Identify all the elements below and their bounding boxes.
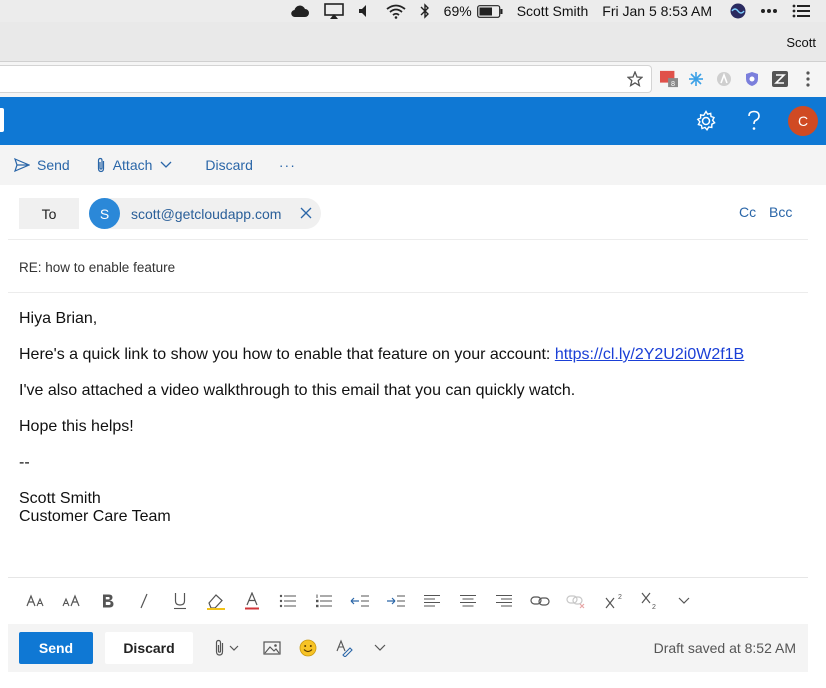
- attachment-paragraph: I've also attached a video walkthrough t…: [19, 382, 576, 399]
- bullet-list-icon[interactable]: [277, 591, 299, 611]
- send-command-label: Send: [37, 157, 70, 173]
- app-launcher-edge[interactable]: [0, 108, 4, 132]
- discard-button[interactable]: Discard: [105, 632, 193, 664]
- notification-center-icon[interactable]: [792, 0, 810, 22]
- increase-indent-icon[interactable]: [385, 591, 407, 611]
- message-body[interactable]: Hiya Brian, Here's a quick link to show …: [19, 310, 799, 526]
- signature-team: Customer Care Team: [19, 508, 171, 525]
- to-button[interactable]: To: [19, 198, 79, 229]
- remove-link-icon[interactable]: [565, 591, 587, 611]
- font-color-icon[interactable]: [241, 591, 263, 611]
- compose-action-bar: Send Discard Draft saved at 8:52 AM: [8, 624, 808, 672]
- battery-percent: 69%: [443, 3, 472, 19]
- bold-icon[interactable]: [97, 591, 119, 611]
- browser-menu-icon[interactable]: [799, 70, 817, 88]
- browser-title-bar: Scott: [0, 22, 826, 62]
- subject-text: RE: how to enable feature: [19, 260, 176, 275]
- outlook-header: C: [0, 97, 826, 145]
- underline-icon[interactable]: [169, 591, 191, 611]
- signature: Scott Smith Customer Care Team: [19, 490, 799, 526]
- more-formatting-chevron-icon[interactable]: [673, 591, 695, 611]
- siri-icon[interactable]: [730, 0, 746, 22]
- link-intro-text: Here's a quick link to show you how to e…: [19, 346, 555, 363]
- send-command[interactable]: Send: [14, 157, 70, 173]
- align-center-icon[interactable]: [457, 591, 479, 611]
- numbered-list-icon[interactable]: [313, 591, 335, 611]
- menubar-user-name[interactable]: Scott Smith: [517, 0, 589, 22]
- font-size-icon[interactable]: [61, 591, 83, 611]
- discard-command[interactable]: Discard: [205, 157, 252, 173]
- greeting-line: Hiya Brian,: [19, 310, 98, 327]
- extension-z-icon[interactable]: [771, 70, 789, 88]
- svg-text:2: 2: [618, 594, 622, 601]
- recipient-chip[interactable]: S scott@getcloudapp.com: [89, 198, 321, 229]
- attach-paperclip-icon[interactable]: [211, 638, 247, 658]
- emoji-icon[interactable]: [297, 638, 319, 658]
- link-paragraph: Here's a quick link to show you how to e…: [19, 346, 799, 364]
- insert-picture-icon[interactable]: [261, 638, 283, 658]
- account-avatar[interactable]: C: [788, 106, 818, 136]
- recipient-email: scott@getcloudapp.com: [131, 205, 282, 222]
- settings-gear-icon[interactable]: [694, 109, 718, 133]
- paperclip-icon: [97, 157, 104, 173]
- align-left-icon[interactable]: [421, 591, 443, 611]
- bluetooth-icon[interactable]: [420, 0, 430, 22]
- signature-separator: --: [19, 454, 30, 471]
- attach-command[interactable]: Attach: [96, 157, 180, 173]
- align-right-icon[interactable]: [493, 591, 515, 611]
- signature-pen-icon[interactable]: [333, 638, 355, 658]
- extension-a-icon[interactable]: [715, 70, 733, 88]
- italic-icon[interactable]: [133, 591, 155, 611]
- send-icon: [14, 158, 30, 172]
- formatting-toolbar: 2 2: [8, 577, 808, 622]
- to-recipients-row: To S scott@getcloudapp.com Cc Bcc: [8, 186, 808, 240]
- font-icon[interactable]: [25, 591, 47, 611]
- subject-field[interactable]: RE: how to enable feature: [8, 241, 808, 293]
- compose-command-bar: Send Attach Discard ···: [0, 145, 826, 185]
- volume-icon[interactable]: [358, 0, 372, 22]
- airplay-icon[interactable]: [323, 0, 344, 22]
- extension-snowflake-icon[interactable]: [687, 70, 705, 88]
- macos-menu-bar: 69% Scott Smith Fri Jan 5 8:53 AM: [0, 0, 826, 22]
- extension-calendar-icon[interactable]: 8: [660, 70, 678, 88]
- superscript-icon[interactable]: 2: [603, 591, 625, 611]
- more-commands-label: ···: [278, 157, 296, 173]
- menubar-clock[interactable]: Fri Jan 5 8:53 AM: [602, 0, 712, 22]
- more-options-chevron-icon[interactable]: [369, 638, 391, 658]
- more-commands-button[interactable]: ···: [279, 157, 296, 173]
- recipient-avatar: S: [89, 198, 120, 229]
- wifi-icon[interactable]: [386, 0, 406, 22]
- chevron-down-icon: [160, 161, 172, 168]
- battery-icon[interactable]: [476, 0, 503, 22]
- browser-profile-name[interactable]: Scott: [786, 35, 816, 50]
- help-question-icon[interactable]: [742, 109, 766, 133]
- send-button[interactable]: Send: [19, 632, 93, 664]
- feature-link[interactable]: https://cl.ly/2Y2U2i0W2f1B: [555, 346, 744, 363]
- svg-text:8: 8: [671, 79, 675, 88]
- browser-toolbar: 8: [0, 62, 826, 97]
- closing-line: Hope this helps!: [19, 418, 134, 435]
- cloud-icon[interactable]: [290, 0, 310, 22]
- signature-name: Scott Smith: [19, 490, 101, 507]
- cc-button[interactable]: Cc: [739, 204, 756, 220]
- extension-shield-icon[interactable]: [743, 70, 761, 88]
- bcc-button[interactable]: Bcc: [769, 204, 792, 220]
- insert-link-icon[interactable]: [529, 591, 551, 611]
- discard-command-label: Discard: [205, 157, 253, 173]
- bookmark-star-icon[interactable]: [626, 70, 644, 92]
- svg-text:2: 2: [652, 604, 656, 610]
- address-bar[interactable]: [0, 65, 652, 93]
- subscript-icon[interactable]: 2: [639, 591, 661, 611]
- decrease-indent-icon[interactable]: [349, 591, 371, 611]
- more-dots-icon[interactable]: [760, 0, 778, 22]
- attach-command-label: Attach: [112, 157, 153, 173]
- draft-status: Draft saved at 8:52 AM: [653, 640, 796, 656]
- highlight-eraser-icon[interactable]: [205, 591, 227, 611]
- remove-recipient-icon[interactable]: [299, 206, 313, 225]
